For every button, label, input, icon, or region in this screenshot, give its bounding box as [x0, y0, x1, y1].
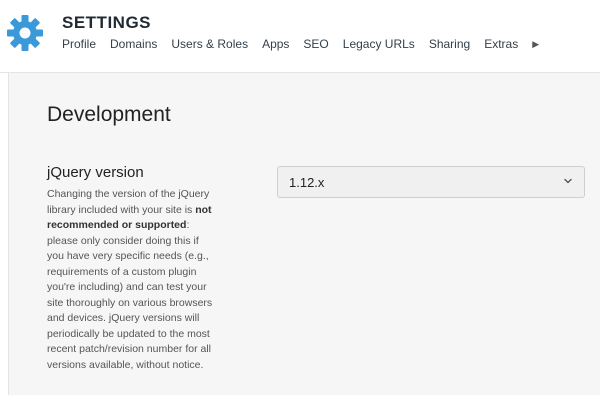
jquery-version-help: Changing the version of the jQuery libra…: [47, 187, 215, 373]
jquery-version-label: jQuery version: [47, 164, 144, 181]
section-title: Development: [47, 103, 171, 126]
tab-users-roles[interactable]: Users & Roles: [171, 37, 248, 51]
settings-content: Development jQuery version Changing the …: [8, 73, 600, 395]
triangle-right-icon[interactable]: ▶: [532, 39, 539, 50]
settings-header: SETTINGS Profile Domains Users & Roles A…: [0, 0, 600, 73]
settings-nav: Profile Domains Users & Roles Apps SEO L…: [62, 37, 539, 51]
help-text-start: Changing the version of the jQuery libra…: [47, 188, 210, 216]
jquery-version-value: 1.12.x: [289, 175, 325, 190]
jquery-version-select[interactable]: 1.12.x: [277, 166, 585, 198]
help-text-end: : please only consider doing this if you…: [47, 219, 213, 371]
page-title: SETTINGS: [62, 13, 152, 32]
tab-seo[interactable]: SEO: [303, 37, 328, 51]
tab-sharing[interactable]: Sharing: [429, 37, 470, 51]
tab-legacy-urls[interactable]: Legacy URLs: [343, 37, 415, 51]
tab-domains[interactable]: Domains: [110, 37, 157, 51]
chevron-down-icon: [564, 178, 572, 184]
tab-extras[interactable]: Extras: [484, 37, 518, 51]
tab-profile[interactable]: Profile: [62, 37, 96, 51]
tab-apps[interactable]: Apps: [262, 37, 289, 51]
gear-icon: [7, 15, 43, 51]
